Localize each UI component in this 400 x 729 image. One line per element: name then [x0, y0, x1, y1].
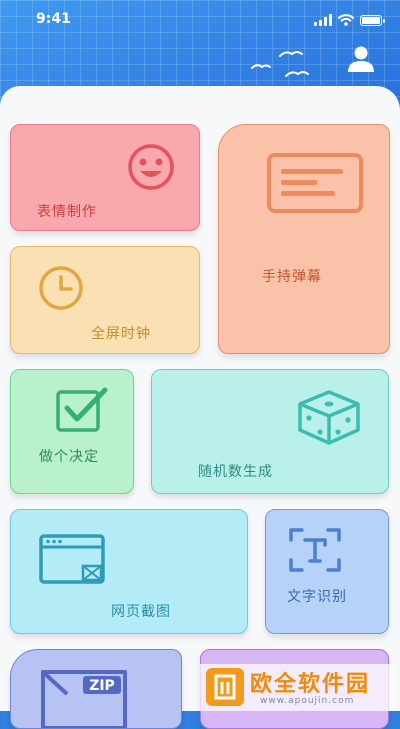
barrage-screen-icon	[267, 153, 363, 213]
make-decision-card[interactable]: 做个决定	[10, 369, 134, 494]
zip-tool-card[interactable]: ZIP	[10, 649, 182, 729]
birds-icon	[251, 51, 309, 77]
webpage-screenshot-card[interactable]: 网页截图	[10, 509, 248, 634]
text-recognition-card[interactable]: 文字识别	[265, 509, 389, 634]
webpage-screenshot-label: 网页截图	[111, 604, 171, 620]
status-icons	[314, 12, 385, 28]
user-profile-icon[interactable]	[346, 44, 376, 74]
zip-file-icon: ZIP	[41, 670, 127, 728]
clock-icon	[39, 266, 83, 310]
make-decision-label: 做个决定	[39, 449, 99, 465]
wifi-icon	[338, 14, 354, 26]
random-number-label: 随机数生成	[198, 464, 273, 480]
watermark-url: www.apoujin.com	[260, 696, 355, 706]
handheld-barrage-label: 手持弹幕	[262, 269, 322, 285]
battery-icon	[360, 14, 385, 26]
fullscreen-clock-card[interactable]: 全屏时钟	[10, 246, 200, 354]
text-recognition-label: 文字识别	[287, 589, 347, 605]
svg-text:ZIP: ZIP	[89, 678, 115, 694]
dice-icon	[298, 390, 360, 445]
cellular-signal-icon	[314, 14, 332, 26]
random-number-card[interactable]: 随机数生成	[151, 369, 389, 494]
browser-window-icon	[39, 534, 105, 584]
watermark-logo-icon	[206, 668, 244, 706]
emoji-maker-card[interactable]: 表情制作	[10, 124, 200, 231]
watermark: 欧全软件园 www.apoujin.com	[200, 664, 396, 711]
watermark-title: 欧全软件园	[250, 672, 371, 697]
checkbox-check-icon	[56, 387, 108, 432]
smiley-face-icon	[128, 144, 174, 190]
status-bar: 9:41	[0, 8, 400, 32]
fullscreen-clock-label: 全屏时钟	[91, 326, 151, 342]
handheld-barrage-card[interactable]: 手持弹幕	[218, 124, 390, 354]
status-time: 9:41	[36, 11, 71, 27]
emoji-maker-label: 表情制作	[37, 204, 97, 220]
text-scan-icon	[289, 528, 341, 572]
